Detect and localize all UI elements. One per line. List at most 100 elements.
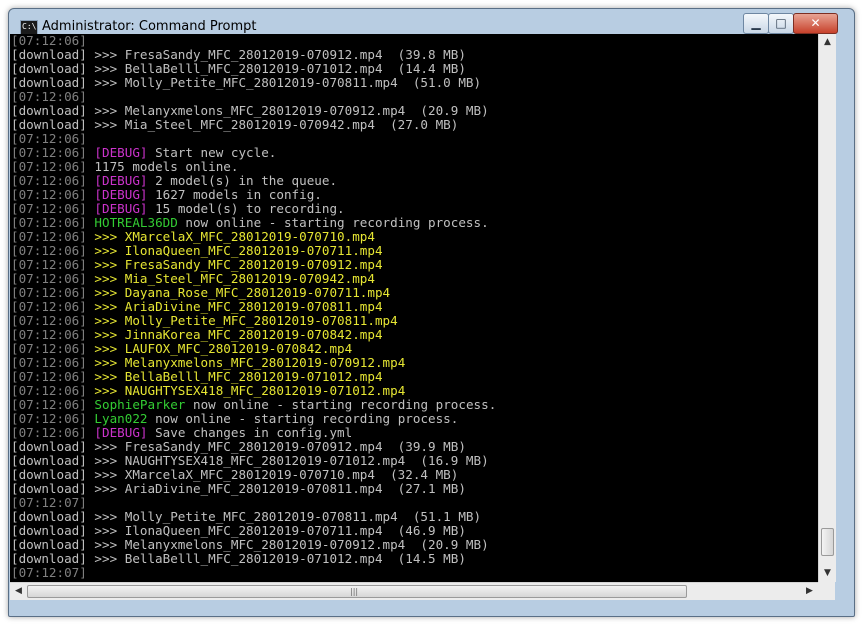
console-line: [07:12:06] >>> Mia_Steel_MFC_28012019-07… [11,272,496,286]
close-button[interactable]: ✕ [793,13,838,34]
cmd-icon-label: C:\ [22,22,37,31]
console-text-segment: now online - starting recording process. [177,215,489,230]
console-text-segment: [07:12:06] [11,299,95,314]
minimize-icon: ▁ [751,16,761,30]
arrow-down-icon[interactable]: ▼ [819,565,836,582]
console-text-segment: [07:12:06] [11,271,95,286]
console-text-segment: [07:12:06] [11,411,95,426]
maximize-button[interactable]: □ [768,13,794,34]
console-line: [07:12:06] HOTREAL36DD now online - star… [11,216,496,230]
console-text-segment: >>> FresaSandy_MFC_28012019-070912.mp4 [94,257,383,272]
console-line: [download] >>> Molly_Petite_MFC_28012019… [11,76,496,90]
vertical-scroll-thumb[interactable] [821,528,834,556]
console-output[interactable]: [07:12:06] [download] >>> FresaSandy_MFC_… [10,34,818,582]
cmd-icon[interactable]: C:\ [20,20,38,35]
minimize-button[interactable]: ▁ [743,13,769,34]
console-text-segment: [DEBUG] [94,145,148,160]
console-text-segment: [DEBUG] [94,201,148,216]
console-text-segment: [07:12:06] [11,355,95,370]
console-line: [07:12:06] Lyan022 now online - starting… [11,412,496,426]
console-text-segment: [07:12:06] [11,383,95,398]
console-line: [07:12:06] >>> Dayana_Rose_MFC_28012019-… [11,286,496,300]
console-text-segment: [download] >>> BellaBelll_MFC_28012019-0… [11,61,466,76]
console-line: [07:12:07] [11,496,496,510]
console-text-segment: [DEBUG] [94,173,148,188]
console-text-segment: [download] >>> NAUGHTYSEX418_MFC_2801201… [11,453,489,468]
console-line: [download] >>> Molly_Petite_MFC_28012019… [11,510,496,524]
console-line: [07:12:06] >>> JinnaKorea_MFC_28012019-0… [11,328,496,342]
console-line: [07:12:06] [DEBUG] 2 model(s) in the que… [11,174,496,188]
console-text-segment: [DEBUG] [94,187,148,202]
vertical-scrollbar[interactable]: ▲ ▼ [818,34,836,582]
console-line: [download] >>> FresaSandy_MFC_28012019-0… [11,48,496,62]
console-text-segment: [download] >>> Molly_Petite_MFC_28012019… [11,75,482,90]
console-line: [07:12:06] 1175 models online. [11,160,496,174]
console-line: [07:12:07] [11,566,496,580]
console-text-segment: [07:12:06] [11,425,95,440]
console-text-segment: now online - starting recording process. [185,397,497,412]
console-text-segment: >>> NAUGHTYSEX418_MFC_28012019-071012.mp… [94,383,406,398]
close-icon: ✕ [810,16,821,30]
console-text-segment: [download] >>> FresaSandy_MFC_28012019-0… [11,439,466,454]
console-text-segment: [07:12:06] [11,341,95,356]
console-line: [07:12:06] [11,90,496,104]
console-text-segment: >>> Mia_Steel_MFC_28012019-070942.mp4 [94,271,375,286]
console-text-segment: >>> Molly_Petite_MFC_28012019-070811.mp4 [94,313,398,328]
console-line: [download] >>> Melanyxmelons_MFC_2801201… [11,538,496,552]
console-line: [download] >>> Melanyxmelons_MFC_2801201… [11,104,496,118]
console-line: [07:12:06] >>> FresaSandy_MFC_28012019-0… [11,258,496,272]
console-line: [07:12:06] >>> XMarcelaX_MFC_28012019-07… [11,230,496,244]
console-line: [07:12:06] [11,132,496,146]
console-text-segment: [07:12:07] [11,495,87,510]
console-text-segment: 1627 models in config. [147,187,322,202]
arrow-right-icon[interactable]: ▶ [801,583,818,600]
horizontal-scrollbar[interactable]: ◀ ||| ▶ [10,582,818,600]
console-line: [download] >>> AriaDivine_MFC_28012019-0… [11,482,496,496]
console-text-segment: [07:12:06] [11,173,95,188]
console-text-segment: [download] >>> XMarcelaX_MFC_28012019-07… [11,467,459,482]
console-text-segment: [07:12:06] [11,159,95,174]
console-text-segment: [07:12:06] [11,201,95,216]
console-text-segment: [07:12:06] [11,187,95,202]
console-line: [07:12:06] [DEBUG] Save changes in confi… [11,426,496,440]
console-line: [download] >>> Mia_Steel_MFC_28012019-07… [11,118,496,132]
console-text-segment: Save changes in config.yml [147,425,353,440]
console-line: [07:12:06] [DEBUG] 15 model(s) to record… [11,202,496,216]
console-line: [07:12:06] >>> BellaBelll_MFC_28012019-0… [11,370,496,384]
console-text-segment: now online - starting recording process. [147,411,459,426]
console-text-segment: [07:12:06] [11,229,95,244]
console-text-segment: SophieParker [94,397,186,412]
console-line: [07:12:06] [11,34,496,48]
horizontal-scroll-thumb[interactable]: ||| [27,585,687,598]
console-text-segment: [07:12:06] [11,89,87,104]
maximize-icon: □ [775,16,787,30]
console-text-segment: [07:12:06] [11,327,95,342]
console-line: [07:12:06] >>> AriaDivine_MFC_28012019-0… [11,300,496,314]
console-line: [download] >>> XMarcelaX_MFC_28012019-07… [11,468,496,482]
arrow-up-icon[interactable]: ▲ [819,34,836,51]
console-text-segment: [download] >>> FresaSandy_MFC_28012019-0… [11,47,466,62]
console-line: [07:12:06] >>> LAUFOX_MFC_28012019-07084… [11,342,496,356]
console-text-segment: >>> AriaDivine_MFC_28012019-070811.mp4 [94,299,383,314]
console-text-segment: Start new cycle. [147,145,277,160]
console-line: [07:12:06] SophieParker now online - sta… [11,398,496,412]
console-text-segment: [download] >>> Melanyxmelons_MFC_2801201… [11,537,489,552]
console-text-segment: 15 model(s) to recording. [147,201,345,216]
console-text-segment: [download] >>> Mia_Steel_MFC_28012019-07… [11,117,459,132]
console-text-segment: [07:12:06] [11,285,95,300]
console-text-segment: [07:12:06] [11,313,95,328]
console-line: [07:12:06] >>> Melanyxmelons_MFC_2801201… [11,356,496,370]
arrow-left-icon[interactable]: ◀ [10,583,27,600]
console-line: [07:12:06] >>> NAUGHTYSEX418_MFC_2801201… [11,384,496,398]
console-line: [07:12:06] >>> Molly_Petite_MFC_28012019… [11,314,496,328]
console-line: [download] >>> FresaSandy_MFC_28012019-0… [11,440,496,454]
console-text-segment: [07:12:06] [11,397,95,412]
console-text-segment: >>> Dayana_Rose_MFC_28012019-070711.mp4 [94,285,391,300]
window-title: Administrator: Command Prompt [42,19,257,34]
console-text-segment: >>> Melanyxmelons_MFC_28012019-070912.mp… [94,355,406,370]
console-text-segment: [07:12:06] [11,34,87,48]
console-text-segment: [07:12:06] [11,215,95,230]
console-line: [download] >>> NAUGHTYSEX418_MFC_2801201… [11,454,496,468]
console-text-segment: Lyan022 [94,411,148,426]
console-line: [07:12:06] [DEBUG] Start new cycle. [11,146,496,160]
